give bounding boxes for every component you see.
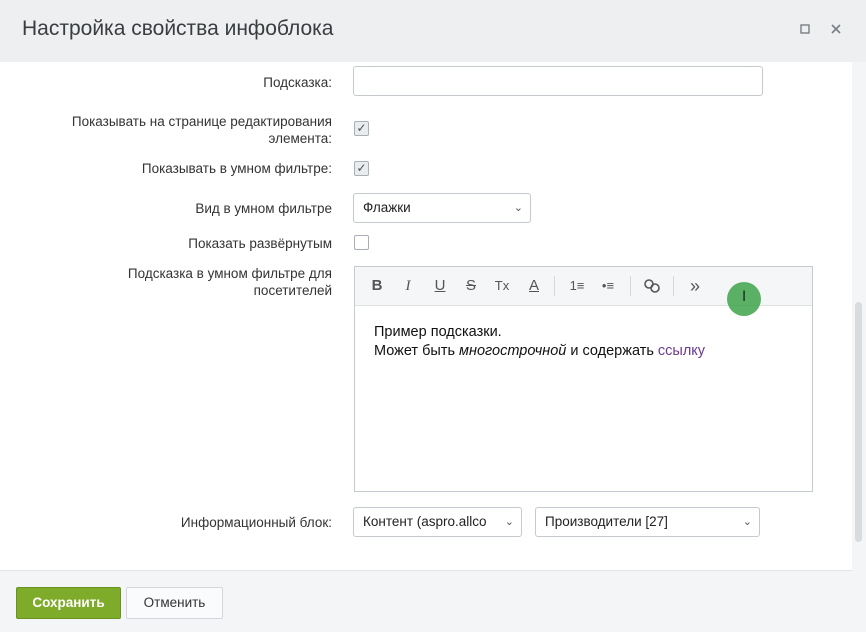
font-color-icon[interactable]: A [524, 277, 544, 295]
toolbar-separator [673, 276, 674, 296]
more-icon[interactable]: » [685, 277, 705, 295]
italic-icon[interactable]: I [398, 277, 418, 295]
bold-icon[interactable]: B [367, 277, 387, 295]
editor-line-1: Пример подсказки. [374, 324, 502, 340]
show-on-edit-label-line1: Показывать на странице редактирования [71, 114, 332, 129]
cancel-button[interactable]: Отменить [126, 587, 223, 619]
close-icon[interactable] [828, 22, 844, 38]
link-icon[interactable] [642, 277, 662, 295]
filter-view-value: Флажки [363, 200, 411, 215]
dialog-title: Настройка свойства инфоблока [22, 17, 334, 40]
filter-view-label: Вид в умном фильтре [195, 201, 332, 216]
show-in-filter-label: Показывать в умном фильтре: [141, 161, 332, 176]
hint-label: Подсказка: [263, 75, 332, 90]
editor-text: Может быть [374, 343, 460, 359]
infoblock-type-value: Контент (aspro.allco [363, 514, 487, 529]
maximize-icon[interactable] [797, 22, 813, 38]
underline-icon[interactable]: U [430, 277, 450, 295]
dialog-titlebar: Настройка свойства инфоблока [0, 0, 866, 63]
scrollbar-thumb[interactable] [855, 302, 862, 542]
chevron-down-icon: ⌄ [513, 202, 523, 214]
chevron-down-icon: ⌄ [501, 508, 514, 536]
chevron-down-icon: ⌄ [742, 516, 752, 528]
show-expanded-label: Показать развёрнутым [188, 236, 332, 251]
dialog-body: Подсказка: Показывать на странице редакт… [0, 62, 852, 571]
editor-italic-text: многострочной [459, 343, 567, 359]
show-expanded-checkbox[interactable] [354, 235, 369, 250]
unordered-list-icon[interactable]: •≡ [598, 277, 618, 295]
editor-content[interactable]: Пример подсказки. Может быть многострочн… [374, 323, 705, 361]
infoblock-label: Информационный блок: [180, 515, 332, 530]
filter-view-select[interactable]: Флажки ⌄ [353, 193, 531, 223]
show-on-edit-label: Показывать на странице редактирования эл… [72, 113, 332, 147]
toolbar-separator [630, 276, 631, 296]
infoblock-value: Производители [27] [545, 514, 668, 529]
hint-input[interactable] [353, 66, 763, 96]
ordered-list-icon[interactable]: 1≡ [567, 277, 587, 295]
save-button[interactable]: Сохранить [16, 587, 121, 619]
show-on-edit-checkbox[interactable]: ✓ [354, 121, 369, 136]
text-cursor-icon: I [742, 289, 747, 305]
property-settings-dialog: Настройка свойства инфоблока Подсказка: … [0, 0, 866, 632]
filter-hint-label-line1: Подсказка в умном фильтре для [127, 266, 332, 281]
show-on-edit-label-line2: элемента: [268, 131, 332, 146]
editor-line-2: Может быть многострочной и содержать ссы… [374, 342, 705, 361]
clear-format-icon[interactable]: Tx [492, 277, 512, 295]
filter-hint-label-line2: посетителей [253, 283, 332, 298]
infoblock-type-select[interactable]: Контент (aspro.allco ⌄ [353, 507, 522, 537]
strikethrough-icon[interactable]: S [461, 277, 481, 295]
infoblock-select[interactable]: Производители [27] ⌄ [535, 507, 760, 537]
editor-text: и содержать [566, 343, 658, 359]
editor-link[interactable]: ссылку [658, 343, 705, 359]
toolbar-separator [554, 276, 555, 296]
show-in-filter-checkbox[interactable]: ✓ [354, 161, 369, 176]
filter-hint-label: Подсказка в умном фильтре для посетителе… [128, 265, 332, 299]
scrollbar[interactable] [852, 62, 866, 570]
